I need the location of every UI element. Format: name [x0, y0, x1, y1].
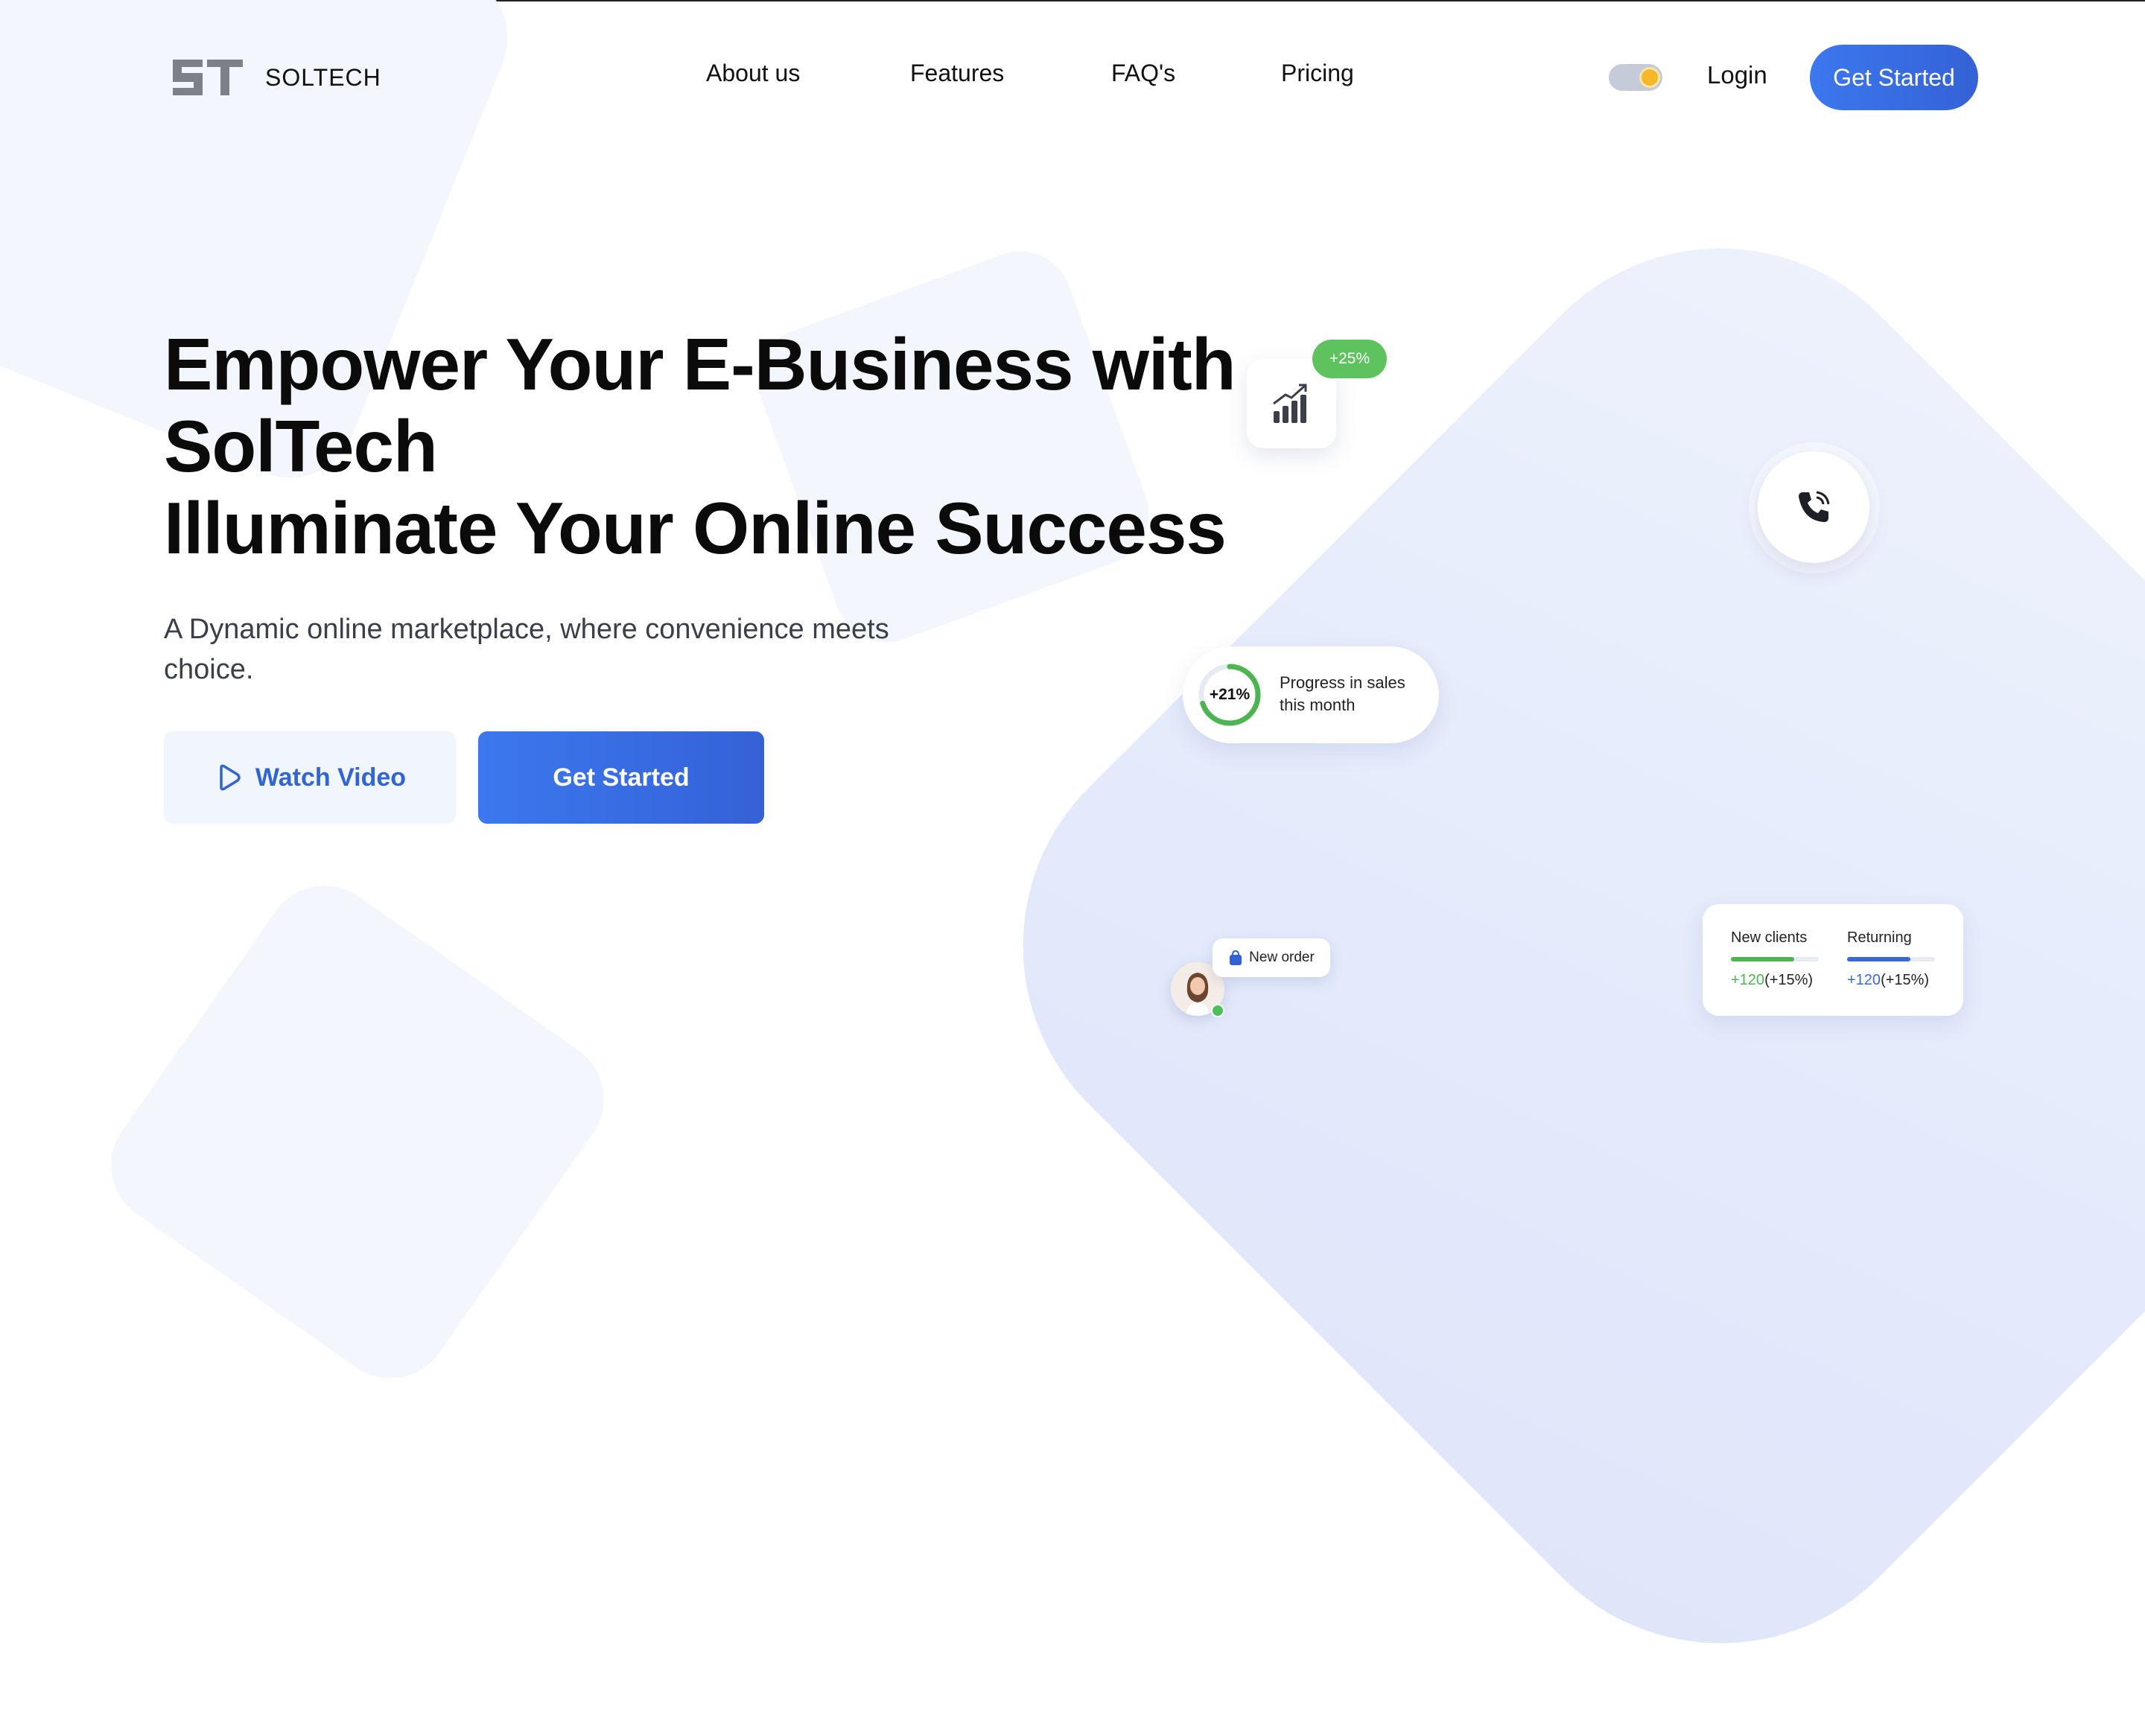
new-clients-change: +120 — [1731, 972, 1765, 988]
hero-title-line: Empower Your E-Business with — [164, 323, 1236, 405]
login-link[interactable]: Login — [1707, 61, 1767, 89]
theme-toggle[interactable] — [1609, 64, 1662, 91]
progress-text: Progress in sales this month — [1280, 673, 1405, 714]
growth-badge: +25% — [1312, 340, 1387, 378]
watch-video-label: Watch Video — [255, 763, 407, 792]
returning-bar-fill — [1847, 957, 1910, 961]
growth-chart-icon — [1273, 384, 1307, 423]
clients-card: New clients +120(+15%) Returning +120(+1… — [1703, 904, 1963, 1016]
new-order-notification: New order — [1213, 938, 1330, 977]
phone-call-icon — [1799, 491, 1830, 522]
sun-icon — [1642, 69, 1658, 86]
hero-title-line: Illuminate Your Online Success — [164, 487, 1227, 569]
nav-faq[interactable]: FAQ's — [1111, 60, 1175, 87]
returning-clients-stat: Returning +120(+15%) — [1847, 929, 1944, 989]
background-shape — [87, 862, 628, 1402]
sales-progress-card: +21% Progress in sales this month — [1183, 646, 1439, 743]
returning-percent: (+15%) — [1881, 972, 1930, 988]
returning-value: +120(+15%) — [1847, 972, 1944, 989]
returning-bar — [1847, 957, 1935, 961]
nav-pricing[interactable]: Pricing — [1281, 60, 1354, 87]
watch-video-button[interactable]: Watch Video — [164, 731, 456, 824]
hero-subtitle: A Dynamic online marketplace, where conv… — [164, 614, 889, 685]
shopping-bag-icon — [1230, 950, 1242, 965]
new-clients-percent: (+15%) — [1764, 972, 1814, 988]
new-clients-stat: New clients +120(+15%) — [1731, 929, 1828, 989]
nav-about-us[interactable]: About us — [706, 60, 800, 87]
hero-get-started-button[interactable]: Get Started — [478, 731, 764, 824]
header-get-started-button[interactable]: Get Started — [1810, 45, 1978, 110]
hero-title: Empower Your E-Business with SolTech Ill… — [164, 323, 1236, 569]
new-clients-title: New clients — [1731, 929, 1808, 946]
call-button[interactable] — [1758, 451, 1869, 563]
brand-logo[interactable]: SOLTECH — [170, 57, 381, 98]
returning-change: +120 — [1847, 972, 1881, 988]
hero-title-line: SolTech — [164, 405, 438, 487]
nav-features[interactable]: Features — [910, 60, 1004, 87]
new-order-label: New order — [1249, 950, 1315, 965]
soltech-logo-icon — [173, 60, 243, 95]
online-status-dot — [1211, 1004, 1224, 1017]
new-clients-bar — [1731, 957, 1819, 961]
new-clients-bar-fill — [1731, 957, 1794, 961]
returning-title: Returning — [1847, 929, 1912, 946]
brand-name: SOLTECH — [265, 63, 381, 91]
new-clients-value: +120(+15%) — [1731, 972, 1828, 989]
progress-value: +21% — [1209, 686, 1251, 703]
play-icon — [220, 764, 241, 791]
